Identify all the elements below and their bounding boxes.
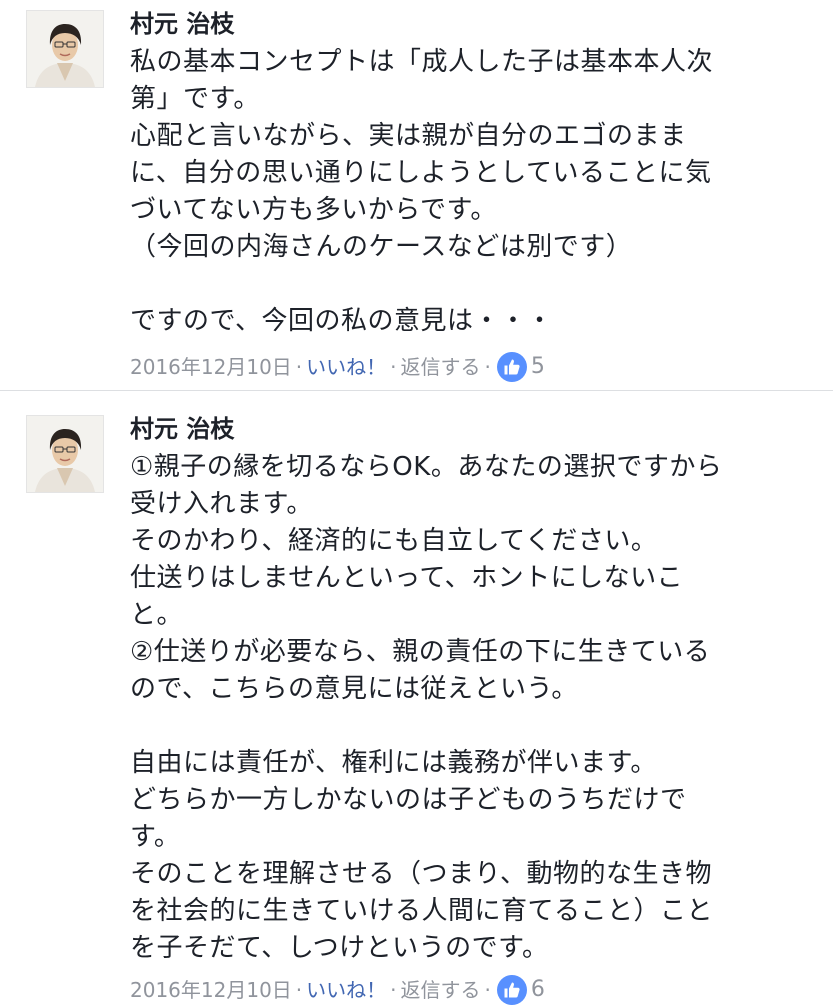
like-button[interactable]: いいね！	[306, 975, 386, 1005]
timestamp[interactable]: 2016年12月10日	[130, 352, 292, 382]
text-line: 第」です。	[130, 84, 260, 114]
separator: ·	[484, 978, 491, 1002]
like-count[interactable]: 6	[531, 975, 545, 1005]
text-line: づいてない方も多いからです。	[130, 195, 497, 225]
text-line: 私の基本コンセプトは「成人した子は基本本人次	[130, 47, 714, 77]
separator: ·	[295, 978, 303, 1002]
text-line: どちらか一方しかないのは子どものうちだけで	[130, 785, 687, 815]
text-line: そのことを理解させる（つまり、動物的な生き物	[130, 859, 712, 889]
reply-button[interactable]: 返信する	[401, 975, 481, 1005]
separator: ·	[484, 355, 491, 379]
comment-1: 村元 治枝 私の基本コンセプトは「成人した子は基本本人次 第」です。 心配と言い…	[0, 0, 833, 390]
text-line: に、自分の思い通りにしようとしていることに気	[130, 158, 712, 188]
comment-body: 村元 治枝 私の基本コンセプトは「成人した子は基本本人次 第」です。 心配と言い…	[130, 8, 813, 382]
text-line: ②仕送りが必要なら、親の責任の下に生きている	[130, 637, 711, 667]
like-count[interactable]: 5	[531, 352, 545, 382]
profile-photo-icon	[27, 11, 103, 87]
separator: ·	[295, 355, 303, 379]
author-name[interactable]: 村元 治枝	[130, 8, 813, 40]
comment-meta: 2016年12月10日 · いいね！ · 返信する · 6	[130, 975, 813, 1005]
text-line: す。	[130, 822, 181, 852]
timestamp[interactable]: 2016年12月10日	[130, 975, 292, 1005]
profile-photo-icon	[27, 416, 103, 492]
separator: ·	[390, 355, 397, 379]
text-line: ので、こちらの意見には従えという。	[130, 674, 578, 704]
comment-2: 村元 治枝 ①親子の縁を切るならOK。あなたの選択ですから 受け入れます。 その…	[0, 390, 833, 1005]
text-line: 仕送りはしませんといって、ホントにしないこ	[130, 563, 684, 593]
text-line: 受け入れます。	[130, 489, 313, 519]
avatar[interactable]	[26, 10, 104, 88]
thumbs-up-icon[interactable]	[496, 975, 527, 1005]
thumbs-up-icon[interactable]	[496, 352, 527, 382]
text-line: ①親子の縁を切るならOK。あなたの選択ですから	[130, 452, 723, 482]
text-line: を子そだて、しつけというのです。	[130, 933, 549, 963]
like-button[interactable]: いいね！	[306, 352, 386, 382]
text-line: 自由には責任が、権利には義務が伴います。	[130, 748, 657, 778]
comment-text: 私の基本コンセプトは「成人した子は基本本人次 第」です。 心配と言いながら、実は…	[130, 44, 813, 340]
text-line: を社会的に生きていける人間に育てること）こと	[130, 896, 714, 926]
comment-text: ①親子の縁を切るならOK。あなたの選択ですから 受け入れます。 そのかわり、経済…	[130, 449, 813, 967]
separator: ·	[390, 978, 397, 1002]
text-line: ですので、今回の私の意見は・・・	[130, 306, 553, 336]
comment-body: 村元 治枝 ①親子の縁を切るならOK。あなたの選択ですから 受け入れます。 その…	[130, 413, 813, 1005]
comment-meta: 2016年12月10日 · いいね！ · 返信する · 5	[130, 352, 813, 382]
text-line: と。	[130, 600, 184, 630]
avatar[interactable]	[26, 415, 104, 493]
reply-button[interactable]: 返信する	[401, 352, 481, 382]
author-name[interactable]: 村元 治枝	[130, 413, 813, 445]
text-line: 心配と言いながら、実は親が自分のエゴのまま	[130, 121, 687, 151]
text-line	[130, 266, 813, 303]
text-line	[130, 708, 813, 745]
text-line: （今回の内海さんのケースなどは別です）	[130, 232, 633, 262]
text-line: そのかわり、経済的にも自立してください。	[130, 526, 658, 556]
